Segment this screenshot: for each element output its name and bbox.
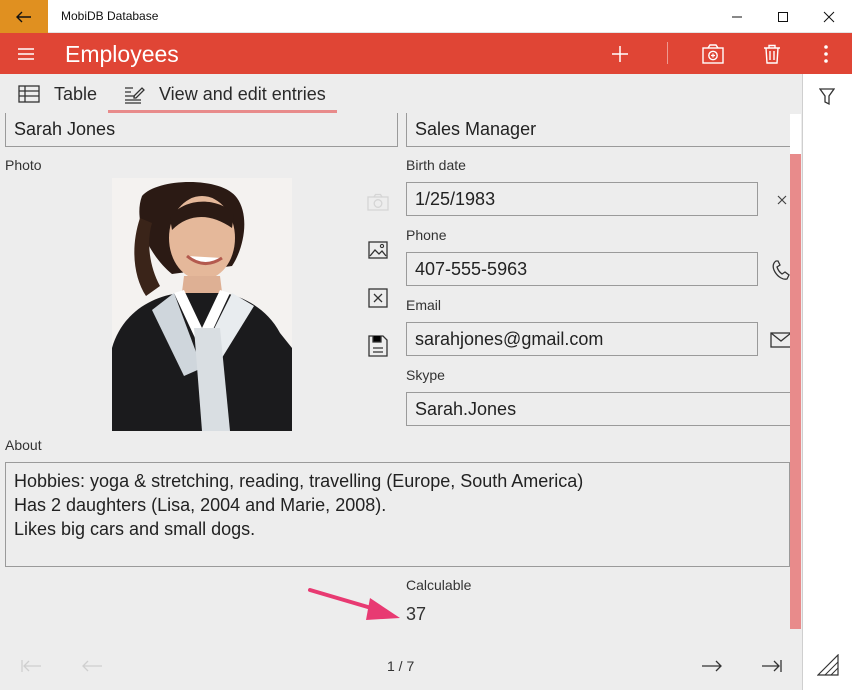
- about-field[interactable]: Hobbies: yoga & stretching, reading, tra…: [5, 462, 790, 567]
- call-button[interactable]: [770, 258, 790, 282]
- about-line: Hobbies: yoga & stretching, reading, tra…: [14, 471, 584, 491]
- table-icon: [18, 85, 40, 103]
- save-image-icon: [368, 335, 388, 357]
- skype-field[interactable]: Sarah.Jones: [406, 392, 790, 426]
- clear-icon: [777, 195, 787, 205]
- right-side-panel: [802, 74, 852, 690]
- app-title: MobiDB Database: [61, 9, 159, 23]
- previous-page-icon: [82, 660, 102, 672]
- camera-button[interactable]: [700, 33, 726, 74]
- about-line: Has 2 daughters (Lisa, 2004 and Marie, 2…: [14, 495, 387, 515]
- send-email-button[interactable]: [770, 328, 790, 352]
- previous-page-button[interactable]: [77, 654, 107, 678]
- trash-icon: [764, 44, 780, 64]
- first-page-button[interactable]: [16, 654, 46, 678]
- choose-image-button[interactable]: [366, 238, 390, 262]
- clear-image-icon: [368, 288, 388, 308]
- minimize-button[interactable]: [714, 0, 760, 33]
- close-icon: [823, 11, 835, 22]
- tab-table[interactable]: Table: [18, 74, 97, 114]
- first-page-icon: [21, 660, 41, 672]
- close-button[interactable]: [806, 0, 852, 33]
- filter-button[interactable]: [818, 88, 836, 111]
- about-label: About: [5, 437, 42, 453]
- hamburger-menu-button[interactable]: [14, 33, 38, 74]
- email-label: Email: [406, 297, 442, 313]
- next-page-icon: [702, 660, 722, 672]
- maximize-button[interactable]: [760, 0, 806, 33]
- more-vertical-icon: [824, 44, 828, 63]
- last-page-icon: [762, 660, 782, 672]
- app-bar: Employees: [0, 33, 852, 74]
- tab-table-label: Table: [54, 83, 98, 104]
- camera-icon: [367, 193, 389, 211]
- phone-icon: [772, 260, 790, 280]
- filter-icon: [818, 88, 836, 106]
- last-page-button[interactable]: [757, 654, 787, 678]
- tab-view-edit-label: View and edit entries: [159, 83, 326, 104]
- envelope-icon: [770, 332, 790, 348]
- back-button[interactable]: [0, 0, 48, 33]
- about-line: Likes big cars and small dogs.: [14, 519, 256, 539]
- arrow-left-icon: [16, 11, 31, 22]
- name-field[interactable]: Sarah Jones: [5, 113, 398, 147]
- save-image-button[interactable]: [366, 334, 390, 358]
- page-title: Employees: [65, 41, 179, 67]
- delete-button[interactable]: [760, 33, 784, 74]
- view-tabs: Table View and edit entries: [0, 74, 802, 114]
- highlight-arrow-icon: [308, 588, 400, 620]
- add-button[interactable]: [608, 33, 632, 74]
- take-photo-button[interactable]: [366, 190, 390, 214]
- email-field[interactable]: sarahjones@gmail.com: [406, 322, 758, 356]
- appbar-separator: [667, 42, 668, 64]
- resize-grip-icon: [816, 653, 839, 676]
- employee-photo: [112, 178, 292, 431]
- camera-record-icon: [702, 43, 724, 64]
- skype-label: Skype: [406, 367, 445, 383]
- more-options-button[interactable]: [816, 33, 836, 74]
- resize-grip[interactable]: [816, 653, 839, 681]
- edit-form-icon: [125, 87, 145, 104]
- birth-date-field[interactable]: 1/25/1983: [406, 182, 758, 216]
- calculable-label: Calculable: [406, 577, 472, 593]
- tab-view-edit[interactable]: View and edit entries: [123, 74, 326, 114]
- page-indicator: 1 / 7: [387, 658, 415, 674]
- plus-icon: [612, 45, 628, 62]
- vertical-scrollbar[interactable]: [790, 154, 801, 629]
- birth-date-label: Birth date: [406, 157, 466, 173]
- minimize-icon: [732, 16, 742, 17]
- next-page-button[interactable]: [697, 654, 727, 678]
- image-icon: [368, 241, 388, 259]
- phone-field[interactable]: 407-555-5963: [406, 252, 758, 286]
- clear-image-button[interactable]: [366, 286, 390, 310]
- scrollbar-track: [790, 114, 801, 154]
- phone-label: Phone: [406, 227, 447, 243]
- hamburger-menu-icon: [18, 47, 34, 60]
- title-bar: MobiDB Database: [0, 0, 852, 33]
- position-field[interactable]: Sales Manager: [406, 113, 790, 147]
- maximize-icon: [778, 11, 788, 22]
- photo-label: Photo: [5, 157, 42, 173]
